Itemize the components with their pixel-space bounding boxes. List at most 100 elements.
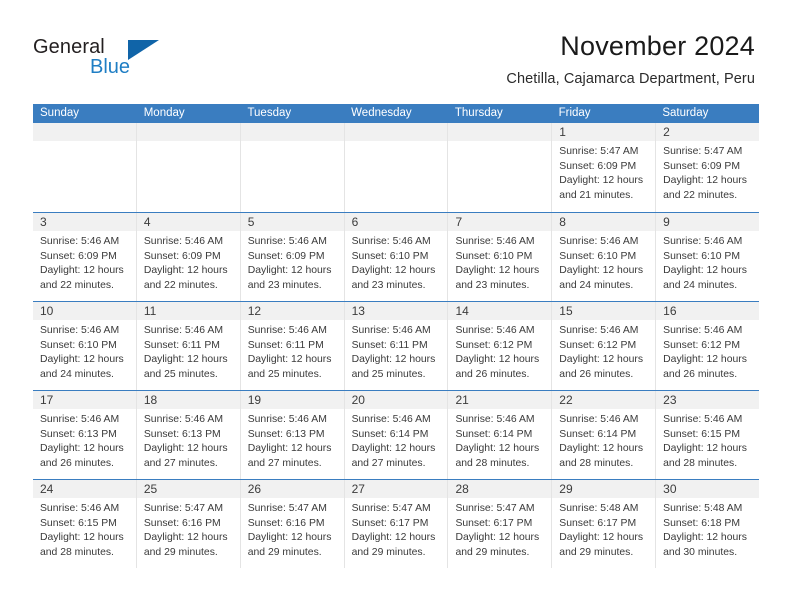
day-details: Sunrise: 5:46 AM Sunset: 6:14 PM Daylight:… xyxy=(552,409,655,471)
day-number: 23 xyxy=(663,393,677,407)
day-cell[interactable]: 28 Sunrise: 5:47 AM Sunset: 6:17 PM Dayligh… xyxy=(448,480,553,568)
day-number-band: 1 xyxy=(552,123,656,141)
day-cell[interactable]: 24 Sunrise: 5:46 AM Sunset: 6:15 PM Dayligh… xyxy=(33,480,137,568)
day-number-band: 5 xyxy=(240,213,344,231)
day-cell[interactable]: 11 Sunrise: 5:46 AM Sunset: 6:11 PM Dayligh… xyxy=(136,302,241,390)
day-detail-line: Daylight: 12 hours xyxy=(143,532,228,544)
day-number-band: 30 xyxy=(656,480,760,498)
title-block: November 2024 Chetilla, Cajamarca Depart… xyxy=(506,30,755,89)
day-cell-empty xyxy=(448,123,553,212)
logo-triangle-icon xyxy=(128,40,159,60)
day-cell[interactable]: 19 Sunrise: 5:46 AM Sunset: 6:13 PM Dayligh… xyxy=(240,391,345,479)
day-detail-line: Daylight: 12 hours xyxy=(559,532,644,544)
day-detail-line: Sunrise: 5:46 AM xyxy=(143,414,223,425)
day-cell[interactable]: 22 Sunrise: 5:46 AM Sunset: 6:14 PM Dayligh… xyxy=(552,391,657,479)
day-cell[interactable]: 7 Sunrise: 5:46 AM Sunset: 6:10 PM Daylight… xyxy=(448,213,553,301)
day-detail-line: and 26 minutes. xyxy=(663,368,738,380)
day-number-band: 10 xyxy=(33,302,136,320)
day-detail-line: and 26 minutes. xyxy=(455,368,530,380)
day-cell[interactable]: 12 Sunrise: 5:46 AM Sunset: 6:11 PM Dayligh… xyxy=(240,302,345,390)
day-cell[interactable]: 30 Sunrise: 5:48 AM Sunset: 6:18 PM Dayligh… xyxy=(656,480,760,568)
day-cell[interactable]: 13 Sunrise: 5:46 AM Sunset: 6:11 PM Dayligh… xyxy=(344,302,449,390)
day-cell[interactable]: 15 Sunrise: 5:46 AM Sunset: 6:12 PM Dayligh… xyxy=(552,302,657,390)
week-row: 1 Sunrise: 5:47 AM Sunset: 6:09 PM Daylight… xyxy=(33,123,760,212)
day-number: 29 xyxy=(559,482,573,496)
day-detail-line: Daylight: 12 hours xyxy=(663,265,747,277)
day-cell[interactable]: 2 Sunrise: 5:47 AM Sunset: 6:09 PM Daylight… xyxy=(656,123,760,212)
day-cell[interactable]: 18 Sunrise: 5:46 AM Sunset: 6:13 PM Dayligh… xyxy=(136,391,241,479)
day-number-band: 6 xyxy=(344,213,448,231)
day-cell[interactable]: 16 Sunrise: 5:46 AM Sunset: 6:12 PM Dayligh… xyxy=(656,302,760,390)
day-cell[interactable]: 29 Sunrise: 5:48 AM Sunset: 6:17 PM Dayligh… xyxy=(552,480,657,568)
day-detail-line: and 29 minutes. xyxy=(351,546,426,558)
calendar-page: General Blue November 2024 Chetilla, Caj… xyxy=(0,0,792,612)
day-cell[interactable]: 26 Sunrise: 5:47 AM Sunset: 6:16 PM Dayligh… xyxy=(240,480,345,568)
day-detail-line: and 29 minutes. xyxy=(455,546,530,558)
general-blue-logo[interactable]: General Blue xyxy=(33,36,233,84)
day-number: 3 xyxy=(40,215,47,229)
day-cell[interactable]: 23 Sunrise: 5:46 AM Sunset: 6:15 PM Dayligh… xyxy=(656,391,760,479)
day-number: 6 xyxy=(351,215,359,229)
day-detail-line: and 26 minutes. xyxy=(40,457,114,469)
day-detail-line: and 22 minutes. xyxy=(663,189,738,201)
day-number: 12 xyxy=(247,304,262,318)
day-cell[interactable]: 3 Sunrise: 5:46 AM Sunset: 6:09 PM Daylight… xyxy=(33,213,137,301)
weekday-header-friday: Friday xyxy=(558,107,591,119)
day-detail-line: Sunset: 6:14 PM xyxy=(351,428,429,440)
day-detail-line: Sunrise: 5:47 AM xyxy=(663,146,743,157)
day-number: 20 xyxy=(351,393,365,407)
day-detail-line: Sunset: 6:09 PM xyxy=(663,160,740,172)
day-detail-line: and 29 minutes. xyxy=(247,546,322,558)
day-cell[interactable]: 17 Sunrise: 5:46 AM Sunset: 6:13 PM Dayligh… xyxy=(33,391,137,479)
day-detail-line: Sunrise: 5:46 AM xyxy=(559,236,639,247)
day-detail-line: Daylight: 12 hours xyxy=(247,443,332,455)
day-detail-line: Sunrise: 5:48 AM xyxy=(559,503,639,514)
weekday-header-row: Sunday Monday Tuesday Wednesday Thursday Frid… xyxy=(33,104,759,123)
weekday-header-wednesday: Wednesday xyxy=(351,107,412,119)
day-number: 2 xyxy=(663,125,670,139)
day-detail-line: Sunset: 6:16 PM xyxy=(143,517,221,529)
day-cell[interactable]: 5 Sunrise: 5:46 AM Sunset: 6:09 PM Daylight… xyxy=(240,213,345,301)
day-detail-line: Sunrise: 5:46 AM xyxy=(247,325,327,336)
day-cell[interactable]: 14 Sunrise: 5:46 AM Sunset: 6:12 PM Dayligh… xyxy=(448,302,553,390)
day-cell[interactable]: 1 Sunrise: 5:47 AM Sunset: 6:09 PM Daylight… xyxy=(552,123,657,212)
day-number: 8 xyxy=(559,215,566,229)
day-details: Sunrise: 5:46 AM Sunset: 6:10 PM Daylight:… xyxy=(448,231,551,293)
day-detail-line: Sunrise: 5:46 AM xyxy=(143,236,223,247)
day-cell[interactable]: 21 Sunrise: 5:46 AM Sunset: 6:14 PM Dayligh… xyxy=(448,391,553,479)
day-detail-line: Sunrise: 5:47 AM xyxy=(455,503,535,514)
day-detail-line: Sunrise: 5:46 AM xyxy=(351,414,431,425)
day-cell[interactable]: 9 Sunrise: 5:46 AM Sunset: 6:10 PM Daylight… xyxy=(656,213,760,301)
day-cell[interactable]: 4 Sunrise: 5:46 AM Sunset: 6:09 PM Daylight… xyxy=(136,213,241,301)
day-detail-line: Sunset: 6:12 PM xyxy=(663,339,740,351)
day-number: 11 xyxy=(143,304,157,318)
day-cell[interactable]: 8 Sunrise: 5:46 AM Sunset: 6:10 PM Daylight… xyxy=(552,213,657,301)
day-detail-line: Daylight: 12 hours xyxy=(663,175,747,187)
day-detail-line: Sunset: 6:14 PM xyxy=(559,428,637,440)
day-cell[interactable]: 10 Sunrise: 5:46 AM Sunset: 6:10 PM Dayligh… xyxy=(33,302,137,390)
day-detail-line: and 22 minutes. xyxy=(40,279,114,291)
day-detail-line: and 24 minutes. xyxy=(663,279,738,291)
day-details: Sunrise: 5:48 AM Sunset: 6:17 PM Daylight:… xyxy=(552,498,655,560)
day-detail-line: and 30 minutes. xyxy=(663,546,738,558)
day-number-band xyxy=(448,123,552,141)
day-details: Sunrise: 5:46 AM Sunset: 6:10 PM Daylight:… xyxy=(33,320,136,382)
day-detail-line: Daylight: 12 hours xyxy=(143,354,228,366)
day-cell[interactable]: 25 Sunrise: 5:47 AM Sunset: 6:16 PM Dayligh… xyxy=(136,480,241,568)
day-cell[interactable]: 27 Sunrise: 5:47 AM Sunset: 6:17 PM Dayligh… xyxy=(344,480,449,568)
day-number-band: 24 xyxy=(33,480,136,498)
day-number: 1 xyxy=(559,125,566,139)
day-details: Sunrise: 5:46 AM Sunset: 6:12 PM Daylight:… xyxy=(552,320,655,382)
day-cell[interactable]: 6 Sunrise: 5:46 AM Sunset: 6:10 PM Daylight… xyxy=(344,213,449,301)
day-cell[interactable]: 20 Sunrise: 5:46 AM Sunset: 6:14 PM Dayligh… xyxy=(344,391,449,479)
day-detail-line: Sunset: 6:09 PM xyxy=(247,250,325,262)
day-detail-line: Daylight: 12 hours xyxy=(663,443,747,455)
day-detail-line: Sunrise: 5:46 AM xyxy=(40,236,120,247)
day-detail-line: Sunrise: 5:46 AM xyxy=(455,414,535,425)
day-detail-line: Sunrise: 5:46 AM xyxy=(143,325,223,336)
day-details: Sunrise: 5:46 AM Sunset: 6:13 PM Daylight:… xyxy=(137,409,240,471)
day-detail-line: Daylight: 12 hours xyxy=(455,443,540,455)
day-detail-line: Sunset: 6:10 PM xyxy=(40,339,117,351)
day-number-band xyxy=(33,123,136,141)
day-details: Sunrise: 5:47 AM Sunset: 6:09 PM Daylight:… xyxy=(656,141,759,203)
